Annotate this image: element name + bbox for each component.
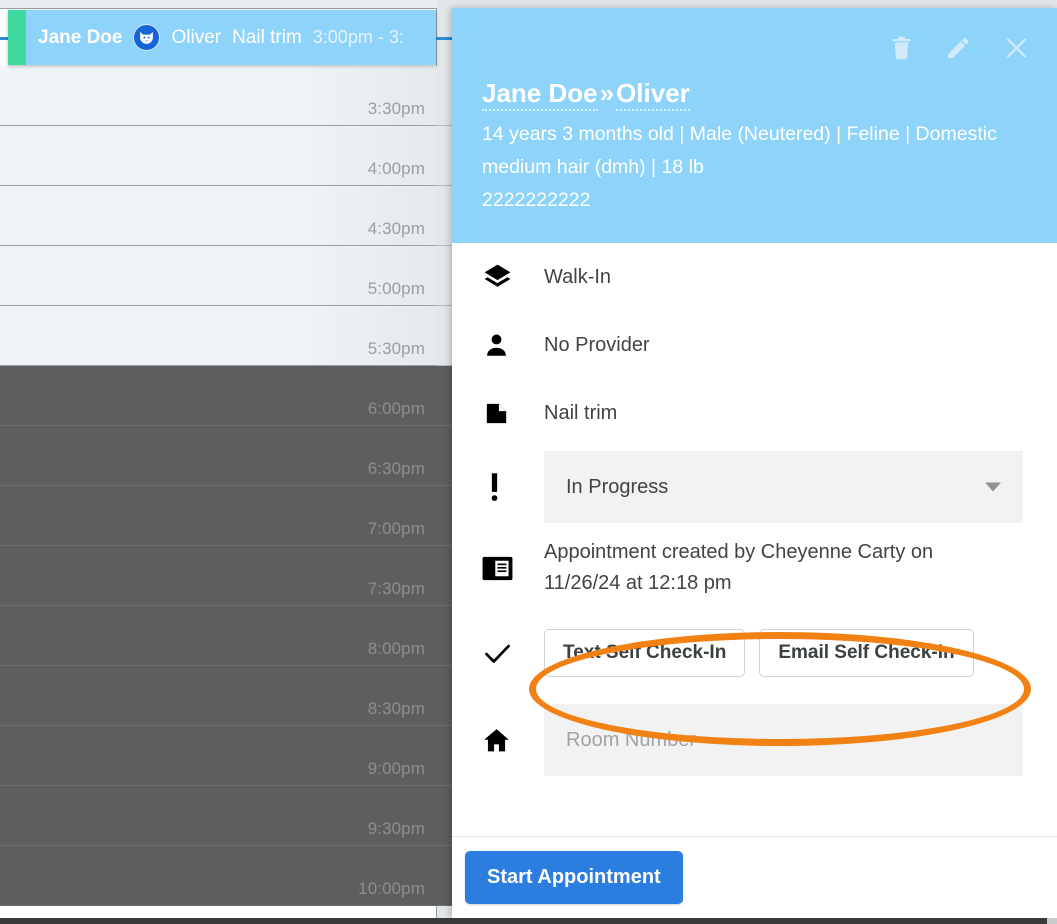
chevron-down-icon	[985, 483, 1001, 492]
row-status: In Progress	[452, 447, 1057, 527]
exclamation-icon	[482, 471, 544, 504]
calendar-time-slot[interactable]: 5:00pm	[0, 246, 437, 306]
created-note-text: Appointment created by Cheyenne Carty on…	[544, 537, 964, 599]
self-check-in-buttons: Text Self Check-In Email Self Check-In	[544, 629, 1023, 677]
calendar-time-slot[interactable]: 3:30pm	[0, 66, 437, 126]
layers-icon	[482, 262, 544, 293]
horizontal-scrollbar-track[interactable]	[1047, 918, 1057, 924]
calendar-time-label: 3:30pm	[368, 99, 425, 119]
tag-icon	[482, 399, 544, 428]
popup-patient-attributes: 14 years 3 months old | Male (Neutered) …	[482, 123, 997, 178]
appointment-pet-name: Oliver	[171, 27, 221, 49]
row-created-body: Appointment created by Cheyenne Carty on…	[544, 537, 1057, 599]
calendar-time-label: 10:00pm	[358, 879, 425, 899]
person-icon	[482, 331, 544, 360]
calendar-time-slot[interactable]: 4:30pm	[0, 186, 437, 246]
checkmark-icon	[482, 638, 544, 669]
calendar-time-label: 6:30pm	[368, 459, 425, 479]
walk-in-label: Walk-In	[544, 262, 1023, 292]
popup-title-separator: »	[598, 78, 616, 108]
row-self-check-in: Text Self Check-In Email Self Check-In	[452, 609, 1057, 697]
screen-root: 3:30pm 4:00pm 4:30pm 5:00pm 5:30pm 6:00pm 6:30…	[0, 0, 1057, 924]
row-provider: No Provider	[452, 311, 1057, 379]
calendar-time-slot[interactable]: 7:30pm	[0, 546, 437, 606]
calendar-time-label: 7:30pm	[368, 579, 425, 599]
calendar-time-label: 4:00pm	[368, 159, 425, 179]
horizontal-scrollbar[interactable]	[0, 918, 1057, 924]
calendar-time-slot[interactable]: 8:00pm	[0, 606, 437, 666]
horizontal-scrollbar-thumb[interactable]	[0, 918, 1047, 924]
row-walk-in: Walk-In	[452, 243, 1057, 311]
room-number-placeholder: Room Number	[566, 729, 696, 752]
popup-footer: Start Appointment	[452, 836, 1057, 918]
status-select-value: In Progress	[566, 476, 668, 499]
calendar-time-label: 4:30pm	[368, 219, 425, 239]
row-room-number: Room Number	[452, 697, 1057, 783]
appointment-detail-popup: Jane Doe»Oliver 14 years 3 months old | …	[452, 8, 1057, 918]
calendar-time-label: 7:00pm	[368, 519, 425, 539]
email-self-check-in-button[interactable]: Email Self Check-In	[759, 629, 973, 677]
calendar-time-slot[interactable]: 4:00pm	[0, 126, 437, 186]
calendar-time-label: 9:00pm	[368, 759, 425, 779]
popup-pet-link[interactable]: Oliver	[616, 78, 690, 111]
article-icon	[482, 556, 544, 581]
popup-header-actions	[888, 33, 1031, 63]
room-number-input[interactable]: Room Number	[544, 704, 1023, 776]
calendar-time-label: 5:30pm	[368, 339, 425, 359]
calendar-time-slot[interactable]: 10:00pm	[0, 846, 437, 906]
provider-label: No Provider	[544, 330, 1023, 360]
appointment-status-stripe	[8, 10, 26, 65]
calendar-time-slot[interactable]: 6:00pm	[0, 366, 437, 426]
delete-icon[interactable]	[888, 33, 915, 63]
calendar-time-label: 8:30pm	[368, 699, 425, 719]
calendar-appointment-block[interactable]: Jane Doe Oliver Nail trim 3:00pm - 3:	[8, 10, 436, 65]
appointment-client-name: Jane Doe	[38, 27, 122, 49]
appointment-time: 3:00pm - 3:	[313, 27, 404, 48]
appointment-reason: Nail trim	[232, 27, 302, 49]
edit-icon[interactable]	[945, 33, 972, 63]
reason-label: Nail trim	[544, 398, 1023, 428]
calendar-time-label: 9:30pm	[368, 819, 425, 839]
calendar-time-slot[interactable]: 5:30pm	[0, 306, 437, 366]
cat-avatar-icon	[133, 24, 160, 51]
row-self-check-in-body: Text Self Check-In Email Self Check-In	[544, 629, 1057, 677]
start-appointment-button[interactable]: Start Appointment	[465, 851, 683, 904]
calendar-time-slot[interactable]: 9:30pm	[0, 786, 437, 846]
row-reason-body: Nail trim	[544, 398, 1057, 428]
calendar-time-slot[interactable]: 6:30pm	[0, 426, 437, 486]
calendar-time-slot[interactable]: 9:00pm	[0, 726, 437, 786]
row-room-number-body: Room Number	[544, 704, 1057, 776]
calendar-time-slot[interactable]: 8:30pm	[0, 666, 437, 726]
row-provider-body: No Provider	[544, 330, 1057, 360]
row-created-note: Appointment created by Cheyenne Carty on…	[452, 527, 1057, 609]
popup-header: Jane Doe»Oliver 14 years 3 months old | …	[452, 8, 1057, 243]
popup-title: Jane Doe»Oliver	[482, 78, 690, 109]
calendar-time-slot[interactable]: 7:00pm	[0, 486, 437, 546]
status-select[interactable]: In Progress	[544, 451, 1023, 523]
popup-patient-phone: 2222222222	[482, 189, 590, 211]
appointment-block-content: Jane Doe Oliver Nail trim 3:00pm - 3:	[8, 24, 404, 51]
calendar-time-label: 6:00pm	[368, 399, 425, 419]
row-status-body: In Progress	[544, 451, 1057, 523]
popup-patient-details: 14 years 3 months old | Male (Neutered) …	[482, 118, 1012, 217]
calendar-top-strip	[0, 0, 437, 9]
row-walk-in-body: Walk-In	[544, 262, 1057, 292]
row-reason: Nail trim	[452, 379, 1057, 447]
popup-client-link[interactable]: Jane Doe	[482, 78, 598, 111]
calendar-time-label: 8:00pm	[368, 639, 425, 659]
popup-detail-rows: Walk-In No Provider	[452, 243, 1057, 783]
close-icon[interactable]	[1002, 33, 1031, 63]
text-self-check-in-button[interactable]: Text Self Check-In	[544, 629, 745, 677]
home-icon	[482, 726, 544, 755]
calendar-time-label: 5:00pm	[368, 279, 425, 299]
